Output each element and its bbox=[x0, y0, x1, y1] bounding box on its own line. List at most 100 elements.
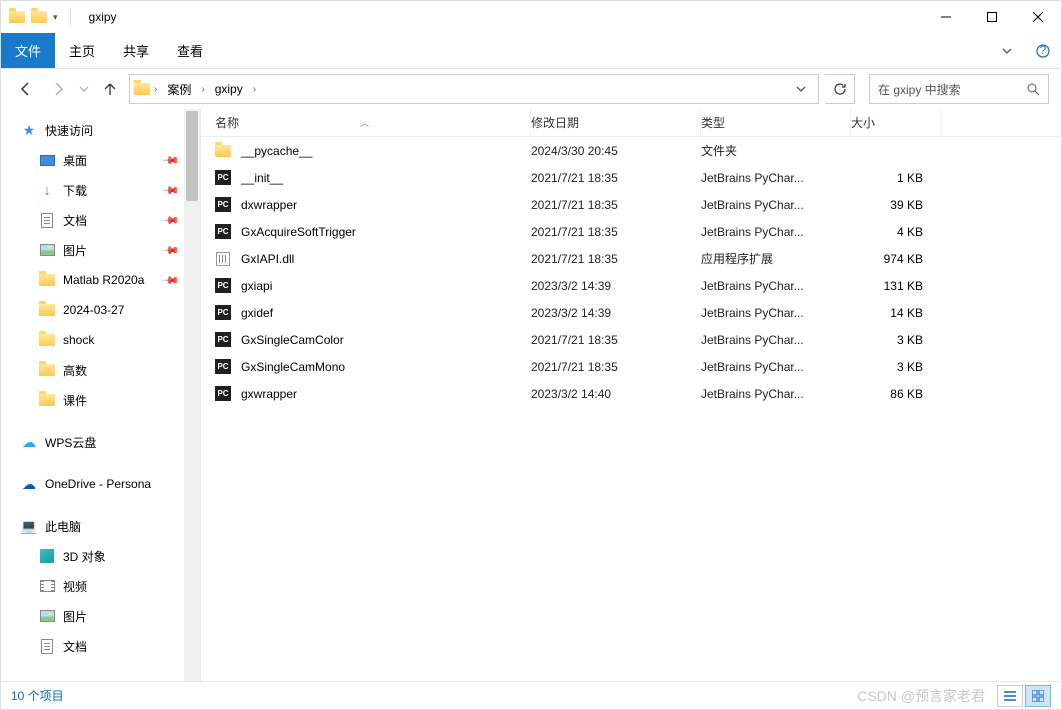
file-size: 3 KB bbox=[851, 360, 941, 374]
breadcrumb-0[interactable]: 案例 bbox=[161, 75, 197, 103]
star-icon: ★ bbox=[21, 122, 37, 138]
sidebar-20240327[interactable]: 2024-03-27 bbox=[1, 295, 200, 325]
file-row[interactable]: PCGxSingleCamColor2021/7/21 18:35JetBrai… bbox=[201, 326, 1061, 353]
file-row[interactable]: PC__init__2021/7/21 18:35JetBrains PyCha… bbox=[201, 164, 1061, 191]
chevron-right-icon[interactable]: › bbox=[152, 84, 159, 95]
file-row[interactable]: PCgxiapi2023/3/2 14:39JetBrains PyChar..… bbox=[201, 272, 1061, 299]
file-type: JetBrains PyChar... bbox=[701, 171, 851, 185]
tab-share[interactable]: 共享 bbox=[109, 33, 163, 68]
cloud-icon: ☁ bbox=[21, 476, 37, 492]
address-bar[interactable]: › 案例 › gxipy › bbox=[129, 74, 819, 104]
cube-icon bbox=[39, 548, 55, 564]
ribbon-expand-icon[interactable] bbox=[989, 33, 1025, 68]
sidebar-scrollbar[interactable] bbox=[184, 109, 200, 681]
pycharm-file-icon: PC bbox=[215, 224, 231, 239]
sidebar-label: 2024-03-27 bbox=[63, 303, 124, 317]
file-row[interactable]: PCGxAcquireSoftTrigger2021/7/21 18:35Jet… bbox=[201, 218, 1061, 245]
file-size: 86 KB bbox=[851, 387, 941, 401]
document-icon bbox=[39, 212, 55, 228]
search-placeholder: 在 gxipy 中搜索 bbox=[878, 81, 1027, 98]
close-button[interactable] bbox=[1015, 1, 1061, 33]
tab-view[interactable]: 查看 bbox=[163, 33, 217, 68]
file-name: GxSingleCamMono bbox=[241, 360, 345, 374]
pin-icon: 📌 bbox=[162, 271, 181, 290]
file-date: 2023/3/2 14:40 bbox=[531, 387, 701, 401]
refresh-button[interactable] bbox=[825, 74, 855, 104]
tab-file[interactable]: 文件 bbox=[1, 33, 55, 68]
col-name[interactable]: 名称︿ bbox=[201, 109, 531, 136]
forward-button[interactable] bbox=[45, 75, 71, 103]
help-icon[interactable]: ? bbox=[1025, 33, 1061, 68]
qat-properties-icon[interactable] bbox=[31, 9, 47, 25]
breadcrumb-1[interactable]: gxipy bbox=[209, 75, 249, 103]
col-type[interactable]: 类型 bbox=[701, 109, 851, 136]
address-folder-icon bbox=[134, 81, 150, 97]
sidebar-matlab[interactable]: Matlab R2020a📌 bbox=[1, 265, 200, 295]
file-type: JetBrains PyChar... bbox=[701, 198, 851, 212]
sidebar-documents2[interactable]: 文档 bbox=[1, 631, 200, 661]
sidebar-label: 视频 bbox=[63, 578, 87, 595]
pc-icon: 💻 bbox=[21, 518, 37, 534]
chevron-right-icon[interactable]: › bbox=[199, 84, 206, 95]
sidebar-documents[interactable]: 文档📌 bbox=[1, 205, 200, 235]
nav-bar: › 案例 › gxipy › 在 gxipy 中搜索 bbox=[1, 69, 1061, 109]
file-row[interactable]: __pycache__2024/3/30 20:45文件夹 bbox=[201, 137, 1061, 164]
file-row[interactable]: PCgxidef2023/3/2 14:39JetBrains PyChar..… bbox=[201, 299, 1061, 326]
file-row[interactable]: PCGxSingleCamMono2021/7/21 18:35JetBrain… bbox=[201, 353, 1061, 380]
app-icon bbox=[9, 9, 25, 25]
file-row[interactable]: GxIAPI.dll2021/7/21 18:35应用程序扩展974 KB bbox=[201, 245, 1061, 272]
col-date[interactable]: 修改日期 bbox=[531, 109, 701, 136]
sidebar-pictures2[interactable]: 图片 bbox=[1, 601, 200, 631]
sidebar-label: 3D 对象 bbox=[63, 548, 106, 565]
sidebar-3d[interactable]: 3D 对象 bbox=[1, 541, 200, 571]
file-name: gxidef bbox=[241, 306, 273, 320]
sidebar-kejian[interactable]: 课件 bbox=[1, 385, 200, 415]
tab-home[interactable]: 主页 bbox=[55, 33, 109, 68]
file-date: 2021/7/21 18:35 bbox=[531, 360, 701, 374]
item-count: 10 个项目 bbox=[11, 687, 64, 704]
folder-icon bbox=[39, 362, 55, 378]
sidebar-this-pc[interactable]: 💻 此电脑 bbox=[1, 511, 200, 541]
sidebar-videos[interactable]: 视频 bbox=[1, 571, 200, 601]
sort-asc-icon: ︿ bbox=[199, 116, 530, 129]
sidebar-shock[interactable]: shock bbox=[1, 325, 200, 355]
file-date: 2024/3/30 20:45 bbox=[531, 144, 701, 158]
view-icons-button[interactable] bbox=[1025, 685, 1051, 707]
maximize-button[interactable] bbox=[969, 1, 1015, 33]
file-date: 2021/7/21 18:35 bbox=[531, 225, 701, 239]
document-icon bbox=[39, 638, 55, 654]
file-size: 4 KB bbox=[851, 225, 941, 239]
file-list: __pycache__2024/3/30 20:45文件夹PC__init__2… bbox=[201, 137, 1061, 681]
pycharm-file-icon: PC bbox=[215, 386, 231, 401]
file-row[interactable]: PCgxwrapper2023/3/2 14:40JetBrains PyCha… bbox=[201, 380, 1061, 407]
sidebar-desktop[interactable]: 桌面📌 bbox=[1, 145, 200, 175]
recent-dropdown-icon[interactable] bbox=[77, 75, 91, 103]
sidebar-gaoshu[interactable]: 高数 bbox=[1, 355, 200, 385]
file-type: JetBrains PyChar... bbox=[701, 225, 851, 239]
back-button[interactable] bbox=[13, 75, 39, 103]
sidebar-onedrive[interactable]: ☁OneDrive - Persona bbox=[1, 469, 200, 499]
image-icon bbox=[39, 608, 55, 624]
sidebar-wps[interactable]: ☁WPS云盘 bbox=[1, 427, 200, 457]
address-dropdown-icon[interactable] bbox=[788, 84, 814, 94]
title-bar: ▾ gxipy bbox=[1, 1, 1061, 33]
col-size[interactable]: 大小 bbox=[851, 109, 941, 136]
qat-dropdown-icon[interactable]: ▾ bbox=[53, 12, 58, 23]
sidebar-label: 此电脑 bbox=[45, 518, 81, 535]
file-view: 名称︿ 修改日期 类型 大小 __pycache__2024/3/30 20:4… bbox=[201, 109, 1061, 681]
sidebar-downloads[interactable]: ↓下载📌 bbox=[1, 175, 200, 205]
minimize-button[interactable] bbox=[923, 1, 969, 33]
up-button[interactable] bbox=[97, 75, 123, 103]
search-box[interactable]: 在 gxipy 中搜索 bbox=[869, 74, 1049, 104]
download-icon: ↓ bbox=[39, 182, 55, 198]
file-row[interactable]: PCdxwrapper2021/7/21 18:35JetBrains PyCh… bbox=[201, 191, 1061, 218]
chevron-right-icon[interactable]: › bbox=[251, 84, 258, 95]
file-size: 131 KB bbox=[851, 279, 941, 293]
desktop-icon bbox=[39, 152, 55, 168]
sidebar-quick-access[interactable]: ★快速访问 bbox=[1, 115, 200, 145]
pycharm-file-icon: PC bbox=[215, 278, 231, 293]
folder-icon bbox=[39, 302, 55, 318]
view-details-button[interactable] bbox=[997, 685, 1023, 707]
image-icon bbox=[39, 242, 55, 258]
sidebar-pictures[interactable]: 图片📌 bbox=[1, 235, 200, 265]
